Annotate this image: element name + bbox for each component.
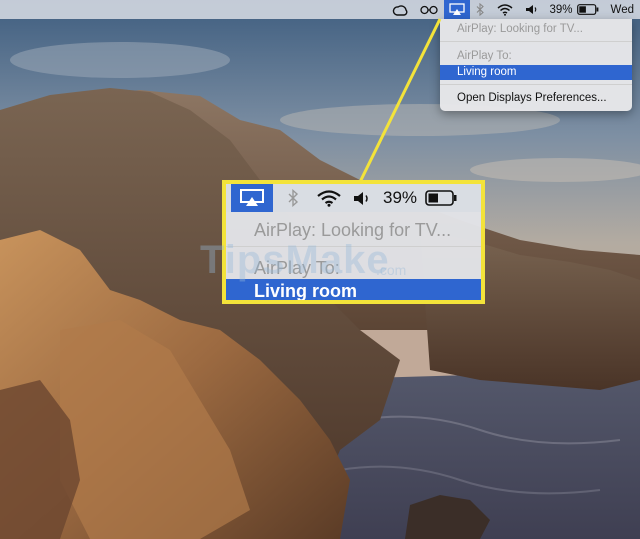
airplay-icon[interactable] [231, 184, 273, 212]
wifi-icon[interactable] [313, 184, 345, 212]
bluetooth-icon[interactable] [273, 184, 313, 212]
desktop: 39% Wed AirPlay: Looking for TV... AirPl… [0, 0, 640, 539]
battery-icon [425, 190, 457, 206]
watermark: TipsMake [200, 238, 390, 282]
battery-percent: 39% [383, 188, 418, 207]
battery-status[interactable]: 39% [379, 184, 457, 212]
watermark-suffix: .com [376, 262, 407, 278]
zoom-menu-bar: 39% [226, 184, 481, 212]
volume-icon[interactable] [345, 184, 379, 212]
